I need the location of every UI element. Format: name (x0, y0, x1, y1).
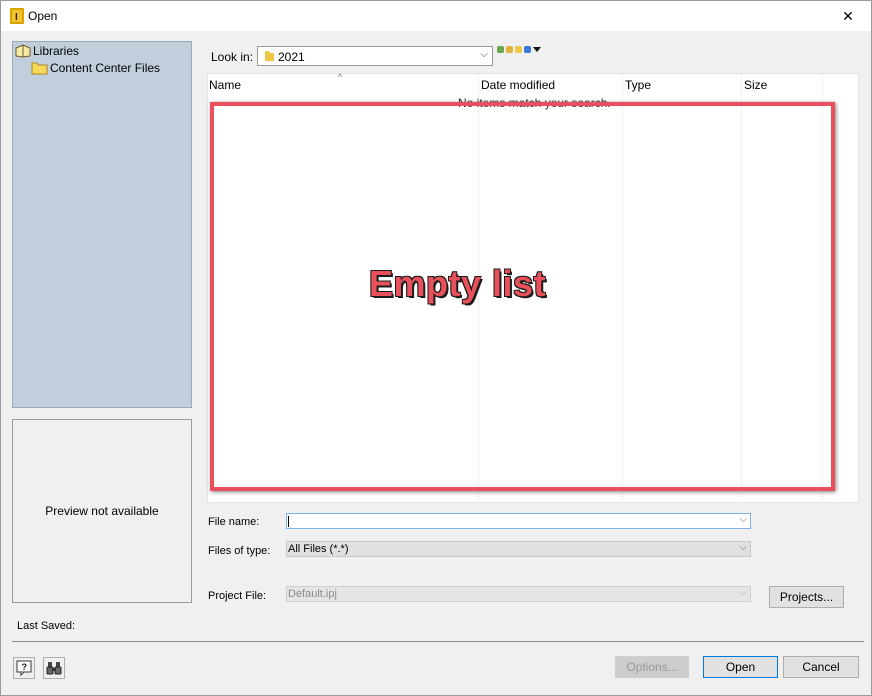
cancel-button[interactable]: Cancel (783, 656, 859, 678)
look-in-label: Look in: (211, 50, 254, 64)
libraries-icon (15, 44, 31, 58)
binoculars-icon (46, 662, 62, 675)
folder-icon (31, 62, 48, 75)
text-cursor (288, 516, 289, 527)
last-saved-label: Last Saved: (17, 620, 76, 632)
column-header-size[interactable]: Size (744, 74, 767, 96)
column-header-date-modified[interactable]: Date modified (481, 74, 555, 96)
file-name-input[interactable]: ⌵ (286, 513, 751, 529)
annotation-label: Empty list (369, 263, 547, 304)
new-folder-icon[interactable] (515, 46, 522, 53)
files-of-type-dropdown[interactable]: All Files (*.*) ⌵ (286, 541, 751, 557)
chevron-down-icon[interactable]: ⌵ (739, 514, 747, 525)
places-item-label: Content Center Files (50, 61, 161, 75)
svg-text:I: I (15, 12, 18, 23)
close-icon: ✕ (842, 7, 854, 24)
project-file-label: Project File: (208, 590, 267, 602)
places-bar: Libraries Content Center Files (12, 41, 192, 408)
open-dialog: I Open ✕ Libraries Content Center Files … (0, 0, 872, 696)
column-header-name[interactable]: Name (209, 74, 241, 96)
folder-icon (265, 51, 274, 61)
navigation-toolbar (497, 46, 541, 53)
column-header-type[interactable]: Type (625, 74, 651, 96)
chevron-down-icon: ⌵ (739, 587, 747, 598)
svg-text:?: ? (22, 662, 28, 672)
preview-text: Preview not available (45, 504, 159, 518)
file-name-label: File name: (208, 516, 260, 528)
places-item-libraries[interactable]: Libraries (15, 44, 79, 58)
preview-pane: Preview not available (12, 419, 192, 603)
open-button[interactable]: Open (703, 656, 778, 678)
options-button[interactable]: Options... (615, 656, 689, 678)
chevron-down-icon: ⌵ (480, 49, 488, 60)
title-bar: I Open ✕ (1, 1, 871, 31)
caret-down-icon[interactable] (533, 46, 541, 53)
back-icon[interactable] (497, 46, 504, 53)
places-item-content-center-files[interactable]: Content Center Files (31, 61, 160, 75)
up-folder-icon[interactable] (506, 46, 513, 53)
find-button[interactable] (43, 657, 65, 679)
divider (12, 641, 864, 642)
sort-ascending-icon: ^ (338, 72, 343, 82)
places-item-label: Libraries (33, 44, 80, 58)
files-of-type-label: Files of type: (208, 545, 271, 557)
help-button[interactable]: ? (13, 657, 35, 679)
chevron-down-icon: ⌵ (739, 542, 747, 553)
view-menu-icon[interactable] (524, 46, 531, 53)
project-file-value: Default.ipj (288, 588, 337, 600)
window-title: Open (28, 9, 58, 23)
look-in-dropdown[interactable]: 2021 ⌵ (257, 46, 493, 66)
close-button[interactable]: ✕ (825, 1, 871, 31)
project-file-dropdown: Default.ipj ⌵ (286, 586, 751, 602)
projects-button[interactable]: Projects... (769, 586, 844, 608)
files-of-type-value: All Files (*.*) (288, 543, 349, 555)
inventor-app-icon: I (10, 8, 24, 24)
help-icon: ? (16, 660, 32, 676)
look-in-value: 2021 (278, 50, 305, 64)
